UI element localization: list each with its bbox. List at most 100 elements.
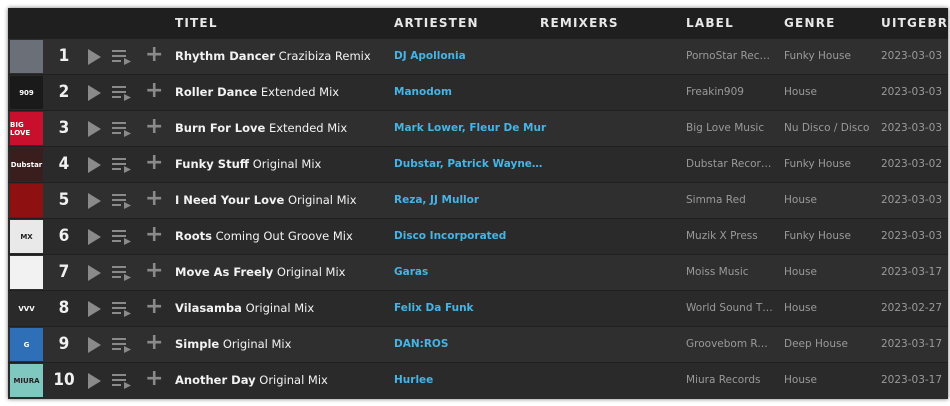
column-header-title[interactable]: TITEL bbox=[175, 16, 218, 30]
table-row[interactable]: MX 6 + Roots Coming Out Groove Mix Disco Inc… bbox=[8, 218, 948, 254]
column-header-remixers[interactable]: REMIXERS bbox=[540, 16, 619, 30]
track-genre[interactable]: House bbox=[784, 363, 817, 398]
column-header-genre[interactable]: GENRE bbox=[784, 16, 836, 30]
track-label[interactable]: PornoStar Rec… bbox=[686, 39, 774, 74]
play-icon[interactable] bbox=[88, 157, 101, 173]
track-artists[interactable]: Garas bbox=[394, 255, 428, 290]
add-to-playlist-icon[interactable]: + bbox=[145, 152, 163, 174]
track-title[interactable]: Another Day Original Mix bbox=[175, 363, 328, 398]
album-art[interactable] bbox=[10, 40, 43, 73]
track-title[interactable]: Vilasamba Original Mix bbox=[175, 291, 314, 326]
play-icon[interactable] bbox=[88, 49, 101, 65]
add-to-queue-icon[interactable] bbox=[112, 301, 132, 321]
album-art[interactable] bbox=[10, 256, 43, 289]
track-genre[interactable]: Funky House bbox=[784, 147, 851, 182]
track-artists[interactable]: Mark Lower, Fleur De Mur bbox=[394, 111, 546, 146]
album-art[interactable]: MIURA bbox=[10, 364, 43, 397]
track-genre[interactable]: House bbox=[784, 255, 817, 290]
table-row[interactable]: MIURA 10 + Another Day Original Mix Hurlee Mi… bbox=[8, 362, 948, 398]
track-title[interactable]: Rhythm Dancer Crazibiza Remix bbox=[175, 39, 371, 74]
track-label[interactable]: Big Love Music bbox=[686, 111, 774, 146]
table-row[interactable]: 7 + Move As Freely Original Mix Garas Moiss … bbox=[8, 254, 948, 290]
track-release-date: 2023-03-03 bbox=[881, 194, 943, 206]
album-art[interactable]: BIG LOVE bbox=[10, 112, 43, 145]
track-title[interactable]: Roller Dance Extended Mix bbox=[175, 75, 339, 110]
table-row[interactable]: 1 + Rhythm Dancer Crazibiza Remix DJ Apollo… bbox=[8, 38, 948, 74]
add-to-queue-icon[interactable] bbox=[112, 337, 132, 357]
track-release-date: 2023-03-02 bbox=[881, 158, 943, 170]
table-row[interactable]: G 9 + Simple Original Mix DAN:ROS Groovebom R… bbox=[8, 326, 948, 362]
add-to-playlist-icon[interactable]: + bbox=[145, 116, 163, 138]
table-row[interactable]: VVV 8 + Vilasamba Original Mix Felix Da Funk… bbox=[8, 290, 948, 326]
track-artists[interactable]: Disco Incorporated bbox=[394, 219, 506, 254]
add-to-queue-icon[interactable] bbox=[112, 265, 132, 285]
track-artists[interactable]: DJ Apollonia bbox=[394, 39, 466, 74]
track-genre[interactable]: House bbox=[784, 75, 817, 110]
table-row[interactable]: BIG LOVE 3 + Burn For Love Extended Mix Mark… bbox=[8, 110, 948, 146]
column-header-release-date[interactable]: UITGEBRACHT bbox=[881, 16, 948, 30]
track-label[interactable]: Moiss Music bbox=[686, 255, 774, 290]
track-genre[interactable]: House bbox=[784, 291, 817, 326]
track-genre[interactable]: Funky House bbox=[784, 219, 851, 254]
track-label[interactable]: World Sound T… bbox=[686, 291, 774, 326]
track-label[interactable]: Groovebom Re… bbox=[686, 327, 774, 362]
album-art[interactable]: Dubstar bbox=[10, 148, 43, 181]
track-label[interactable]: Dubstar Recor… bbox=[686, 147, 774, 182]
play-icon[interactable] bbox=[88, 373, 101, 389]
track-artists[interactable]: Manodom bbox=[394, 75, 452, 110]
track-label[interactable]: Freakin909 bbox=[686, 75, 774, 110]
track-artists[interactable]: Dubstar, Patrick Wayne… bbox=[394, 147, 542, 182]
column-header-label[interactable]: LABEL bbox=[686, 16, 734, 30]
track-title[interactable]: I Need Your Love Original Mix bbox=[175, 183, 357, 218]
add-to-playlist-icon[interactable]: + bbox=[145, 44, 163, 66]
add-to-queue-icon[interactable] bbox=[112, 49, 132, 69]
track-artists[interactable]: Reza, JJ Mullor bbox=[394, 183, 479, 218]
track-label[interactable]: Miura Records bbox=[686, 363, 774, 398]
track-name: Another Day bbox=[175, 373, 256, 387]
track-title[interactable]: Burn For Love Extended Mix bbox=[175, 111, 347, 146]
track-genre[interactable]: Deep House bbox=[784, 327, 848, 362]
add-to-playlist-icon[interactable]: + bbox=[145, 80, 163, 102]
album-art[interactable] bbox=[10, 184, 43, 217]
add-to-playlist-icon[interactable]: + bbox=[145, 260, 163, 282]
add-to-queue-icon[interactable] bbox=[112, 229, 132, 249]
add-to-playlist-icon[interactable]: + bbox=[145, 368, 163, 390]
play-icon[interactable] bbox=[88, 229, 101, 245]
track-title[interactable]: Simple Original Mix bbox=[175, 327, 291, 362]
play-icon[interactable] bbox=[88, 337, 101, 353]
album-art[interactable]: G bbox=[10, 328, 43, 361]
table-row[interactable]: 5 + I Need Your Love Original Mix Reza, JJ … bbox=[8, 182, 948, 218]
add-to-queue-icon[interactable] bbox=[112, 85, 132, 105]
album-art[interactable]: MX bbox=[10, 220, 43, 253]
play-icon[interactable] bbox=[88, 85, 101, 101]
add-to-queue-icon[interactable] bbox=[112, 193, 132, 213]
table-row[interactable]: 909 2 + Roller Dance Extended Mix Manodom Fre… bbox=[8, 74, 948, 110]
add-to-queue-icon[interactable] bbox=[112, 373, 132, 393]
album-art-text: G bbox=[23, 340, 30, 349]
track-genre[interactable]: House bbox=[784, 183, 817, 218]
play-icon[interactable] bbox=[88, 265, 101, 281]
add-to-queue-icon[interactable] bbox=[112, 157, 132, 177]
track-artists[interactable]: DAN:ROS bbox=[394, 327, 448, 362]
add-to-playlist-icon[interactable]: + bbox=[145, 296, 163, 318]
track-title[interactable]: Funky Stuff Original Mix bbox=[175, 147, 321, 182]
column-header-artists[interactable]: ARTIESTEN bbox=[394, 16, 479, 30]
track-genre[interactable]: Funky House bbox=[784, 39, 851, 74]
album-art[interactable]: VVV bbox=[10, 292, 43, 325]
play-icon[interactable] bbox=[88, 301, 101, 317]
track-label[interactable]: Muzik X Press bbox=[686, 219, 774, 254]
track-genre[interactable]: Nu Disco / Disco bbox=[784, 111, 869, 146]
add-to-playlist-icon[interactable]: + bbox=[145, 332, 163, 354]
add-to-playlist-icon[interactable]: + bbox=[145, 224, 163, 246]
track-label[interactable]: Simma Red bbox=[686, 183, 774, 218]
track-artists[interactable]: Felix Da Funk bbox=[394, 291, 474, 326]
add-to-playlist-icon[interactable]: + bbox=[145, 188, 163, 210]
add-to-queue-icon[interactable] bbox=[112, 121, 132, 141]
play-icon[interactable] bbox=[88, 193, 101, 209]
track-title[interactable]: Roots Coming Out Groove Mix bbox=[175, 219, 353, 254]
table-row[interactable]: Dubstar 4 + Funky Stuff Original Mix Dubstar… bbox=[8, 146, 948, 182]
track-artists[interactable]: Hurlee bbox=[394, 363, 433, 398]
album-art[interactable]: 909 bbox=[10, 76, 43, 109]
track-title[interactable]: Move As Freely Original Mix bbox=[175, 255, 345, 290]
play-icon[interactable] bbox=[88, 121, 101, 137]
